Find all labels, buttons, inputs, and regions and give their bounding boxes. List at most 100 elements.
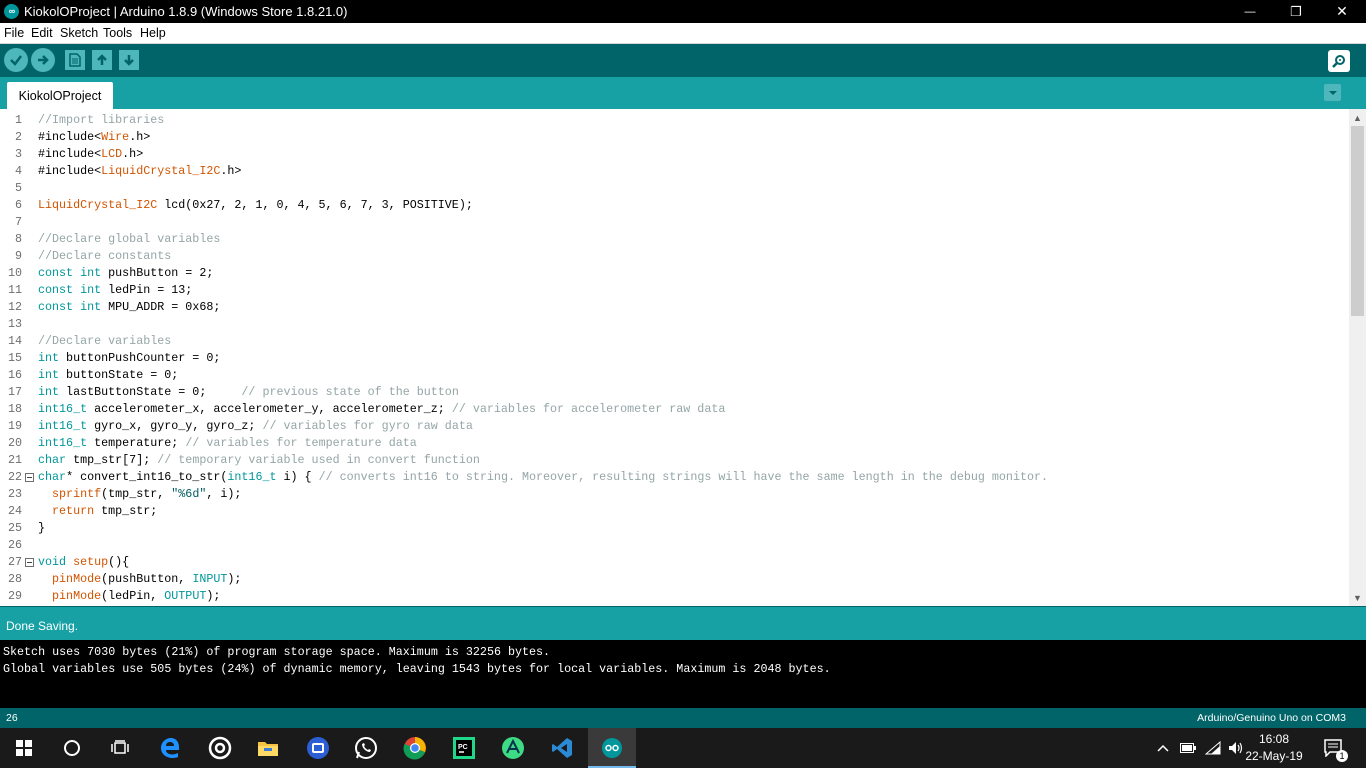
code-line[interactable]: 3 #include<LCD.h> [0,146,1349,163]
code-line[interactable]: 26 [0,537,1349,554]
code-token: accelerometer_x, accelerometer_y, accele… [87,402,452,416]
upload-button[interactable] [31,48,55,72]
menu-help[interactable]: Help [140,26,166,40]
line-number: 28 [7,572,22,586]
menu-sketch[interactable]: Sketch [60,26,98,40]
code-line[interactable]: 10 const int pushButton = 2; [0,265,1349,282]
code-line[interactable]: 20 int16_t temperature; // variables for … [0,435,1349,452]
code-token: // variables for gyro raw data [262,419,473,433]
tab-menu-button[interactable] [1324,84,1341,101]
close-button[interactable]: ✕ [1319,0,1365,23]
search-button[interactable] [48,728,96,768]
code-line[interactable]: 6 LiquidCrystal_I2C lcd(0x27, 2, 1, 0, 4,… [0,197,1349,214]
line-number: 25 [7,521,22,535]
action-center-button[interactable]: 1 [1320,728,1348,768]
code-line[interactable]: 8 //Declare global variables [0,231,1349,248]
status-message: Done Saving. [6,619,79,633]
code-text: int lastButtonState = 0; // previous sta… [38,384,459,401]
clock-date: 22-May-19 [1245,749,1303,763]
battery-icon[interactable] [1178,728,1198,768]
fold-toggle-icon[interactable] [25,558,34,567]
magnifier-icon [1332,55,1345,68]
verify-button[interactable] [4,48,28,72]
code-line[interactable]: 17 int lastButtonState = 0; // previous s… [0,384,1349,401]
code-line[interactable]: 23 sprintf(tmp_str, "%6d", i); [0,486,1349,503]
scrollbar-thumb[interactable] [1351,126,1364,316]
serial-monitor-button[interactable] [1328,50,1350,72]
taskbar-edge[interactable] [146,728,194,768]
fold-toggle-icon[interactable] [25,473,34,482]
code-token: lcd(0x27, 2, 1, 0, 4, 5, 6, 7, 3, POSITI… [157,198,473,212]
console-output[interactable]: Sketch uses 7030 bytes (21%) of program … [0,640,1366,708]
code-line[interactable]: 21 char tmp_str[7]; // temporary variable… [0,452,1349,469]
code-line[interactable]: 22 char* convert_int16_to_str(int16_t i) … [0,469,1349,486]
code-line[interactable]: 16 int buttonState = 0; [0,367,1349,384]
code-line[interactable]: 19 int16_t gyro_x, gyro_y, gyro_z; // var… [0,418,1349,435]
board-port-label: Arduino/Genuino Uno on COM3 [1197,712,1346,724]
code-line[interactable]: 25} [0,520,1349,537]
code-token: // variables for accelerometer raw data [451,402,726,416]
code-line[interactable]: 24 return tmp_str; [0,503,1349,520]
code-text: #include<LCD.h> [38,146,143,163]
taskbar-android-studio[interactable] [489,728,537,768]
code-line[interactable]: 12 const int MPU_ADDR = 0x68; [0,299,1349,316]
code-line[interactable]: 7 [0,214,1349,231]
restore-button[interactable]: ❐ [1273,0,1319,23]
tray-overflow-icon[interactable] [1154,728,1172,768]
code-token: i) { [276,470,319,484]
taskbar-arduino[interactable] [588,728,636,768]
taskbar-clock[interactable]: 16:08 22-May-19 [1243,731,1305,765]
tab-bar: KiokolOProject [0,77,1366,109]
code-line[interactable]: 18 int16_t accelerometer_x, accelerometer… [0,401,1349,418]
open-button[interactable] [92,50,112,70]
tab-sketch[interactable]: KiokolOProject [7,82,113,109]
vscode-icon [552,738,572,758]
taskbar-chrome[interactable] [391,728,439,768]
menu-edit[interactable]: Edit [31,26,53,40]
code-line[interactable]: 4 #include<LiquidCrystal_I2C.h> [0,163,1349,180]
line-number: 6 [14,198,22,212]
arrow-right-icon [38,55,49,65]
code-line[interactable]: 15 int buttonPushCounter = 0; [0,350,1349,367]
arrow-up-icon [97,54,107,65]
code-editor[interactable]: 1//Import libraries 2 #include<Wire.h> 3 #in… [0,109,1349,606]
taskbar-whatsapp[interactable] [342,728,390,768]
new-button[interactable] [65,50,85,70]
code-line[interactable]: 27 void setup(){ [0,554,1349,571]
taskbar-file-explorer[interactable] [244,728,292,768]
line-number: 7 [14,215,22,229]
menu-file[interactable]: File [4,26,24,40]
wifi-icon[interactable] [1203,728,1223,768]
code-line[interactable]: 5 [0,180,1349,197]
taskbar-pycharm[interactable]: PC [440,728,488,768]
task-view-button[interactable] [96,728,144,768]
arduino-icon [602,738,622,758]
code-token: //Import libraries [38,113,165,127]
minimize-button[interactable]: — [1227,0,1273,23]
scroll-up-arrow-icon[interactable]: ▲ [1349,109,1366,126]
save-button[interactable] [119,50,139,70]
code-line[interactable]: 14 //Declare variables [0,333,1349,350]
code-line[interactable]: 9 //Declare constants [0,248,1349,265]
menu-bar: File Edit Sketch Tools Help [0,23,1366,44]
code-line[interactable]: 2 #include<Wire.h> [0,129,1349,146]
code-token: ); [206,589,221,603]
code-line[interactable]: 13 [0,316,1349,333]
taskbar-app-blue[interactable] [294,728,342,768]
code-line[interactable]: 1 //Import libraries [0,112,1349,129]
editor-scrollbar[interactable]: ▲ ▼ [1349,109,1366,606]
line-number: 26 [7,538,22,552]
code-line[interactable]: 28 pinMode(pushButton, INPUT); [0,571,1349,588]
start-button[interactable] [0,728,48,768]
scroll-down-arrow-icon[interactable]: ▼ [1349,589,1366,606]
footer-bar: 26 Arduino/Genuino Uno on COM3 [0,708,1366,728]
code-line[interactable]: 11 const int ledPin = 13; [0,282,1349,299]
code-text: pinMode(ledPin, OUTPUT); [38,588,220,605]
code-token: const [38,266,74,280]
taskbar-vscode[interactable] [538,728,586,768]
code-line[interactable]: 29 pinMode(ledPin, OUTPUT); [0,588,1349,605]
window-title: KiokolOProject | Arduino 1.8.9 (Windows … [24,4,348,19]
menu-tools[interactable]: Tools [103,26,132,40]
taskbar-app[interactable] [196,728,244,768]
